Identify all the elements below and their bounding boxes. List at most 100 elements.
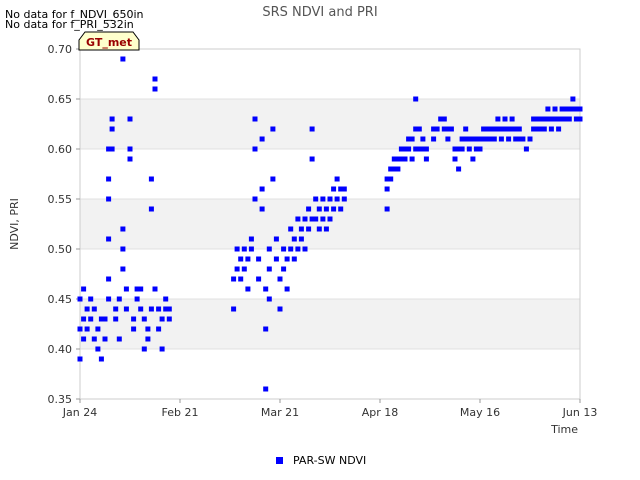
data-point bbox=[566, 116, 572, 122]
data-point bbox=[520, 136, 526, 142]
data-point bbox=[541, 126, 547, 132]
data-point bbox=[77, 296, 83, 302]
grid-band bbox=[80, 149, 580, 199]
data-point bbox=[338, 206, 344, 212]
data-point bbox=[448, 126, 454, 132]
data-point bbox=[556, 126, 562, 132]
data-point bbox=[273, 236, 279, 242]
legend-marker bbox=[276, 457, 283, 464]
data-point bbox=[431, 136, 437, 142]
data-point bbox=[106, 276, 112, 282]
data-point bbox=[131, 316, 137, 322]
data-point bbox=[91, 306, 97, 312]
data-point bbox=[152, 76, 158, 82]
data-point bbox=[577, 106, 583, 112]
data-point bbox=[252, 146, 258, 152]
data-point bbox=[270, 126, 276, 132]
data-point bbox=[138, 286, 144, 292]
data-point bbox=[256, 256, 262, 262]
y-tick-label: 0.40 bbox=[48, 343, 73, 356]
data-point bbox=[84, 326, 90, 332]
data-point bbox=[291, 256, 297, 262]
data-point bbox=[241, 266, 247, 272]
data-point bbox=[145, 336, 151, 342]
data-point bbox=[88, 316, 94, 322]
data-point bbox=[466, 146, 472, 152]
data-point bbox=[263, 286, 269, 292]
y-tick-label: 0.35 bbox=[48, 393, 73, 406]
data-point bbox=[116, 296, 122, 302]
data-point bbox=[127, 156, 133, 162]
y-tick-label: 0.45 bbox=[48, 293, 73, 306]
data-point bbox=[106, 236, 112, 242]
grid-band bbox=[80, 299, 580, 349]
data-point bbox=[109, 116, 115, 122]
data-point bbox=[477, 146, 483, 152]
data-point bbox=[456, 166, 462, 172]
data-point bbox=[245, 256, 251, 262]
data-point bbox=[266, 296, 272, 302]
data-point bbox=[420, 136, 426, 142]
data-point bbox=[127, 116, 133, 122]
ndvi-pri-chart: SRS NDVI and PRI No data for f_NDVI_650i… bbox=[5, 5, 598, 467]
x-tick-label: Feb 21 bbox=[162, 406, 199, 419]
data-point bbox=[98, 356, 104, 362]
data-point bbox=[341, 196, 347, 202]
data-point bbox=[298, 226, 304, 232]
data-point bbox=[248, 246, 254, 252]
data-point bbox=[106, 196, 112, 202]
data-point bbox=[266, 246, 272, 252]
data-point bbox=[495, 116, 501, 122]
data-point bbox=[516, 126, 522, 132]
data-point bbox=[259, 186, 265, 192]
site-badge-label[interactable]: GT_met bbox=[86, 36, 132, 49]
data-point bbox=[238, 276, 244, 282]
data-point bbox=[106, 296, 112, 302]
y-axis: 0.35 0.40 0.45 0.50 0.55 0.60 0.65 0.70 bbox=[48, 43, 80, 406]
data-point bbox=[245, 286, 251, 292]
data-point bbox=[259, 206, 265, 212]
data-point bbox=[395, 166, 401, 172]
data-point bbox=[384, 206, 390, 212]
x-axis: Jan 24 Feb 21 Mar 21 Apr 18 May 16 Jun 13 bbox=[62, 399, 598, 419]
no-data-note-pri: No data for f_PRI_532in bbox=[5, 18, 134, 31]
data-point bbox=[313, 216, 319, 222]
data-point bbox=[506, 136, 512, 142]
data-point bbox=[95, 326, 101, 332]
data-point bbox=[545, 106, 551, 112]
data-point bbox=[163, 296, 169, 302]
data-point bbox=[256, 276, 262, 282]
data-point bbox=[166, 306, 172, 312]
data-point bbox=[316, 226, 322, 232]
y-tick-label: 0.65 bbox=[48, 93, 73, 106]
data-point bbox=[113, 316, 119, 322]
data-point bbox=[434, 126, 440, 132]
data-point bbox=[252, 116, 258, 122]
data-point bbox=[259, 136, 265, 142]
data-point bbox=[106, 176, 112, 182]
data-point bbox=[288, 246, 294, 252]
data-point bbox=[523, 146, 529, 152]
data-point bbox=[102, 316, 108, 322]
data-point bbox=[263, 326, 269, 332]
data-point bbox=[313, 196, 319, 202]
data-point bbox=[81, 286, 87, 292]
data-point bbox=[281, 266, 287, 272]
data-point bbox=[152, 86, 158, 92]
data-point bbox=[423, 146, 429, 152]
data-point bbox=[452, 156, 458, 162]
site-badge[interactable]: GT_met bbox=[78, 31, 140, 51]
data-point bbox=[113, 306, 119, 312]
data-point bbox=[248, 236, 254, 242]
data-point bbox=[156, 326, 162, 332]
x-tick-label: Jun 13 bbox=[562, 406, 598, 419]
data-point bbox=[120, 56, 126, 62]
data-point bbox=[266, 266, 272, 272]
y-tick-label: 0.60 bbox=[48, 143, 73, 156]
x-tick-label: Apr 18 bbox=[362, 406, 399, 419]
data-point bbox=[231, 306, 237, 312]
data-point bbox=[388, 176, 394, 182]
data-point bbox=[441, 116, 447, 122]
data-point bbox=[166, 316, 172, 322]
data-point bbox=[409, 156, 415, 162]
